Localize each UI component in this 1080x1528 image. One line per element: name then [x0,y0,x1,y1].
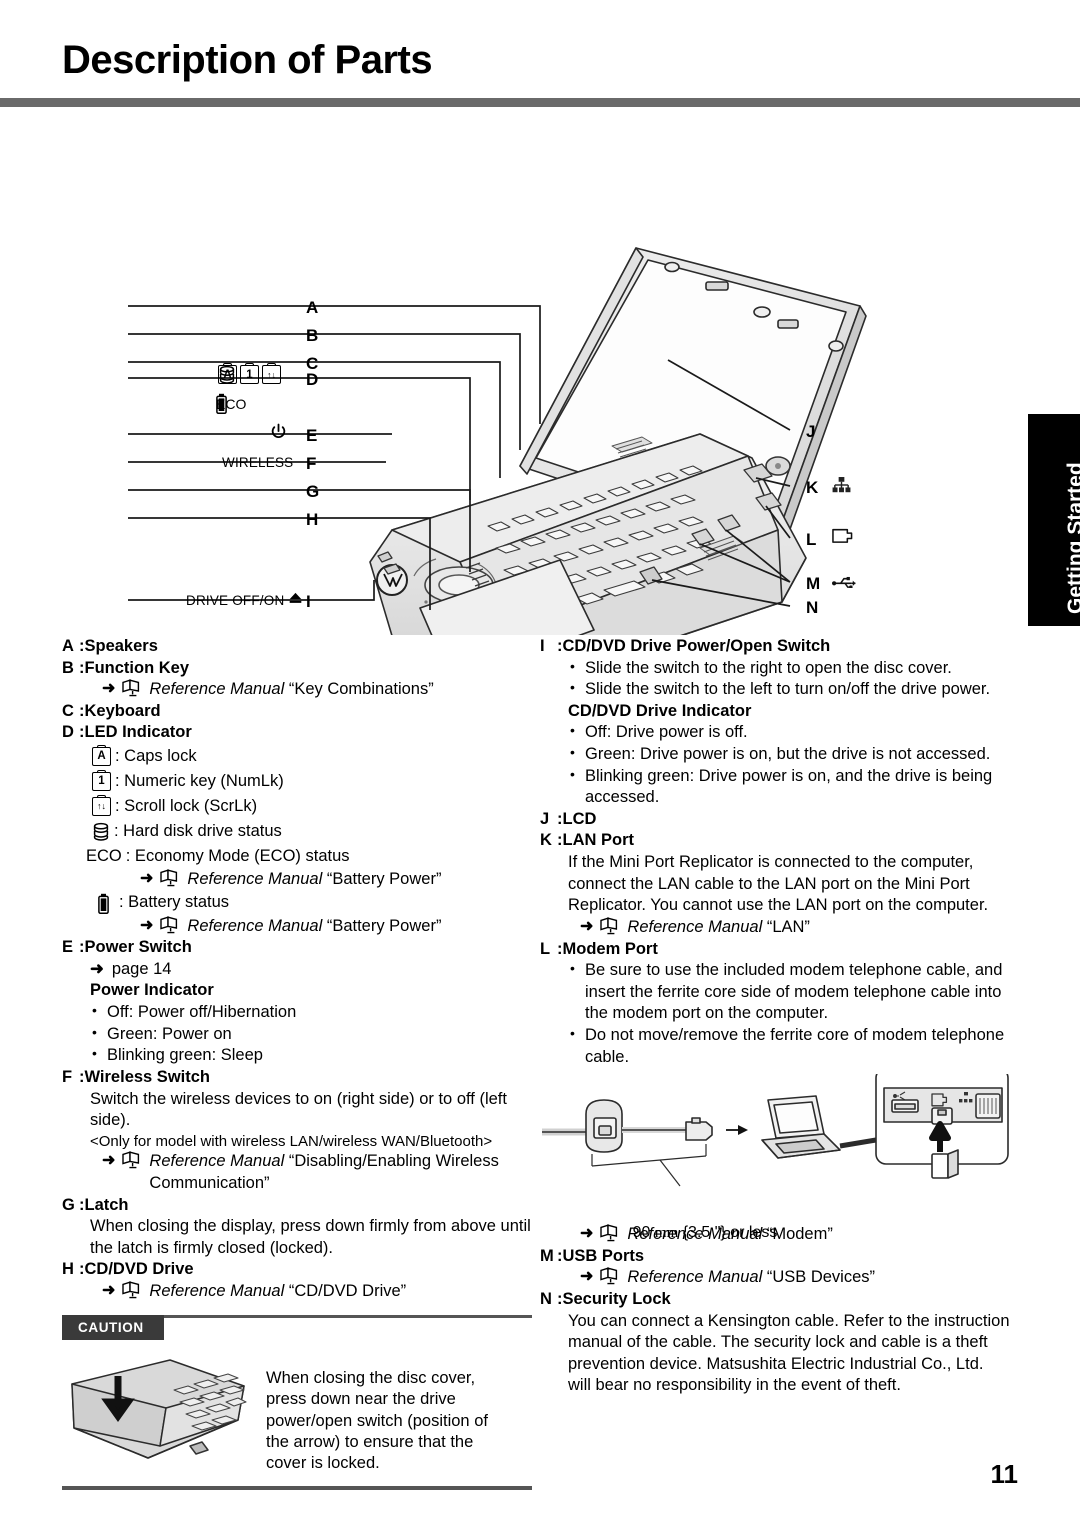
eco-label: ECO [86,846,122,865]
entry-i: I:CD/DVD Drive Power/Open Switch [540,637,831,655]
caution-illustration [62,1350,252,1477]
reference-manual-icon [159,869,181,887]
title-divider [0,98,1080,107]
left-column: A:Speakers B:Function Key ➜ Reference Ma… [62,636,532,1490]
led-item-battery: : Battery status [98,891,532,916]
led-item-eco: ECO : Economy Mode (ECO) status [86,844,532,869]
callout-f: F [306,454,317,473]
list-item: Slide the switch to the right to open th… [568,657,1010,680]
caution-text: When closing the disc cover, press down … [266,1368,488,1473]
lan-port-body: If the Mini Port Replicator is connected… [568,853,989,915]
reference-battery-power: ➜ Reference Manual “Battery Power” [140,915,442,935]
reference-manual-icon [599,1267,621,1285]
page-title: Description of Parts [62,38,433,82]
reference-battery-power-eco: ➜ Reference Manual “Battery Power” [140,869,442,889]
modem-port-list: Be sure to use the included modem teleph… [568,959,1010,1068]
scroll-lock-icon: ↑↓ [92,794,111,817]
reference-key-combinations: ➜ Reference Manual “Key Combinations” [102,679,434,699]
power-indicator-heading: Power Indicator [90,981,214,1000]
list-item: Be sure to use the included modem teleph… [568,959,1010,1025]
list-item: Blinking green: Drive power is on, and t… [568,765,1010,809]
list-item: Do not move/remove the ferrite core of m… [568,1024,1010,1068]
reference-cd-dvd-drive: ➜ Reference Manual “CD/DVD Drive” [102,1281,407,1301]
callout-g: G [306,482,320,501]
hard-disk-icon [92,822,110,841]
section-tab-label: Getting Started [1064,462,1080,614]
led-item-numlock: 1 : Numeric key (NumLk) [92,769,532,794]
cd-switch-list: Slide the switch to the right to open th… [568,657,1010,701]
right-column: I:CD/DVD Drive Power/Open Switch Slide t… [540,636,1010,1397]
entry-e: E:Power Switch [62,938,192,957]
callout-k: K [806,478,819,497]
latch-body: When closing the display, press down fir… [90,1217,531,1257]
wireless-switch-body: Switch the wireless devices to on (right… [90,1089,507,1130]
wireless-label: WIRELESS [222,455,294,470]
entry-c: C:Keyboard [62,701,161,720]
cd-indicator-list: Off: Drive power is off. Green: Drive po… [568,721,1010,809]
list-item: Blinking green: Sleep [90,1044,532,1067]
entry-m: M:USB Ports [540,1246,645,1265]
reference-manual-icon [599,917,621,935]
caution-box: CAUTION When closing the disc cover, pre… [62,1314,532,1490]
scroll-lock-icon: ↑↓ [262,362,281,384]
callout-n: N [806,598,819,617]
reference-manual-icon [159,915,181,934]
entry-h: H:CD/DVD Drive [62,1260,194,1279]
led-panel-glyph-row: A 1 ↑↓ [218,362,302,384]
modem-measurement-caption: 90 mm {3.5 "} or less [632,1223,778,1241]
callout-b: B [306,326,319,345]
reference-usb-devices: ➜ Reference Manual “USB Devices” [580,1267,876,1287]
reference-lan: ➜ Reference Manual “LAN” [580,917,810,936]
entry-a: A:Speakers [62,637,158,655]
led-panel-eco-row: ECO [216,393,269,414]
cd-indicator-heading: CD/DVD Drive Indicator [568,701,752,720]
entry-f: F:Wireless Switch [62,1067,210,1086]
entry-l: L:Modem Port [540,939,658,958]
laptop-diagram: A 1 ↑↓ ECO WIRELESS DRIVE OFF/ON A B C D… [0,110,1010,635]
list-item: Off: Power off/Hibernation [90,1001,532,1024]
entry-n: N:Security Lock [540,1290,671,1309]
page-number: 11 [990,1459,1019,1489]
callout-l: L [806,530,817,549]
battery-icon [98,893,109,914]
caps-lock-icon: A [92,744,111,767]
reference-manual-icon [121,1151,143,1169]
list-item: Off: Drive power is off. [568,721,1010,744]
security-lock-body: You can connect a Kensington cable. Refe… [568,1311,1010,1395]
callout-m: M [806,574,821,593]
callout-j: J [806,422,816,441]
page-reference-14: ➜ page 14 [90,959,172,978]
callout-e: E [306,426,318,445]
led-item-scrolllock: ↑↓ : Scroll lock (ScrLk) [92,794,532,819]
num-lock-icon: 1 [92,769,111,792]
led-item-caps: A : Caps lock [92,744,532,769]
list-item: Slide the switch to the left to turn on/… [568,678,1010,701]
caution-bottom-rule [62,1486,532,1490]
wireless-switch-note: <Only for model with wireless LAN/wirele… [90,1132,493,1150]
entry-j: J:LCD [540,809,597,828]
list-item: Green: Power on [90,1023,532,1046]
hard-disk-icon [219,365,302,384]
reference-manual-icon [121,1281,143,1299]
num-lock-icon: 1 [240,362,259,384]
callout-a: A [306,298,319,317]
reference-disabling-enabling-wireless: ➜ Reference Manual “Disabling/Enabling W… [102,1151,499,1192]
callout-h: H [306,510,319,529]
drive-off-on-label: DRIVE OFF/ON [186,593,285,608]
callout-i: I [306,592,311,611]
reference-manual-icon [121,679,143,697]
list-item: Green: Drive power is on, but the drive … [568,743,1010,766]
modem-illustration: 90 mm {3.5 "} or less [540,1067,1010,1241]
callout-d: D [306,370,319,389]
entry-b: B:Function Key [62,658,190,677]
entry-g: G:Latch [62,1195,129,1214]
power-indicator-list: Off: Power off/Hibernation Green: Power … [90,1001,532,1067]
section-tab-getting-started: Getting Started [1028,414,1080,626]
led-item-hdd: : Hard disk drive status [92,819,532,844]
battery-icon [216,393,269,414]
entry-k: K:LAN Port [540,831,634,850]
entry-d: D:LED Indicator [62,723,192,742]
caution-badge: CAUTION [62,1314,164,1341]
